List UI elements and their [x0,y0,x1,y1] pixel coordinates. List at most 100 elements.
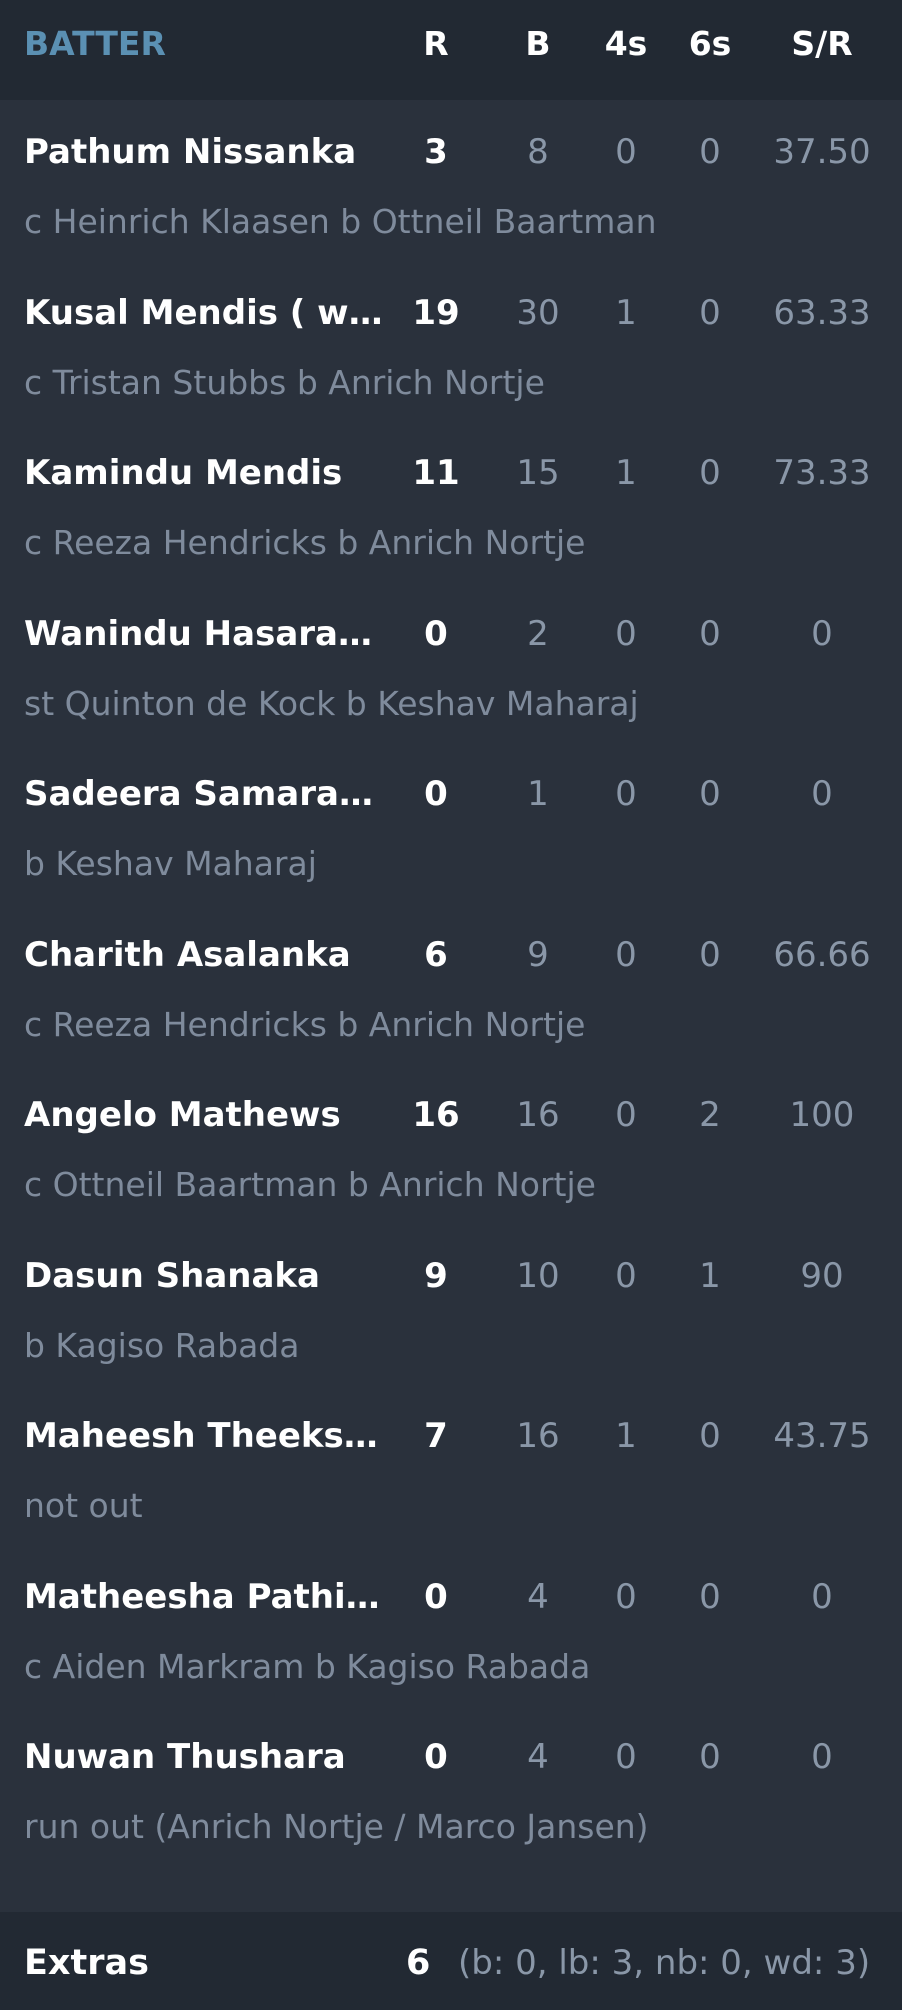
batter-fours: 0 [615,774,637,814]
batter-row[interactable]: Matheesha Pathir… 0 4 0 0 0 c Aiden Mark… [0,1545,902,1706]
batter-strike-rate: 0 [811,1576,833,1617]
batter-strike-rate: 0 [811,774,833,814]
batter-fours: 0 [615,1576,637,1617]
batter-strike-rate: 73.33 [773,453,871,493]
batter-column-header: BATTER [24,24,166,63]
batter-dismissal: b Keshav Maharaj [24,844,317,883]
batter-dismissal: c Aiden Markram b Kagiso Rabada [24,1646,591,1686]
extras-breakdown: (b: 0, lb: 3, nb: 0, wd: 3) [458,1943,871,1983]
extras-total: 6 [406,1943,431,1983]
batter-dismissal: c Heinrich Klaasen b Ottneil Baartman [24,202,657,241]
batter-runs: 0 [424,1576,448,1617]
batter-dismissal: b Kagiso Rabada [24,1325,300,1365]
batter-fours: 0 [615,1095,637,1135]
batter-list: Pathum Nissanka 3 8 0 0 37.50 c Heinrich… [0,100,902,1866]
batter-fours: 0 [615,934,637,975]
extras-label: Extras [24,1943,149,1983]
batter-sixes: 0 [699,1737,721,1777]
batter-strike-rate: 43.75 [773,1416,871,1456]
runs-column-header: R [423,24,449,63]
batter-row[interactable]: Wanindu Hasaran… 0 2 0 0 0 st Quinton de… [0,582,902,743]
batter-dismissal: c Reeza Hendricks b Anrich Nortje [24,523,586,562]
batter-dismissal: c Tristan Stubbs b Anrich Nortje [24,362,545,402]
batter-sixes: 0 [699,292,721,333]
batter-fours: 1 [615,453,637,493]
batter-strike-rate: 100 [789,1095,855,1135]
batter-balls: 16 [516,1416,560,1456]
extras-row: Extras 6 (b: 0, lb: 3, nb: 0, wd: 3) [0,1912,902,2010]
batter-name[interactable]: Dasun Shanaka [24,1254,384,1298]
batter-balls: 1 [527,774,549,814]
batter-fours: 0 [615,1737,637,1777]
batter-strike-rate: 0 [811,1737,833,1777]
batter-sixes: 2 [699,1095,721,1135]
sixes-column-header: 6s [688,24,732,63]
strike-rate-column-header: S/R [791,24,853,63]
batter-sixes: 0 [699,132,721,172]
batter-name[interactable]: Maheesh Theeks… [24,1414,384,1458]
batter-sixes: 0 [699,934,721,975]
batter-runs: 6 [424,934,448,975]
batter-runs: 11 [412,453,460,493]
batter-dismissal: c Ottneil Baartman b Anrich Nortje [24,1165,596,1204]
batter-runs: 9 [424,1255,448,1296]
batter-name[interactable]: Pathum Nissanka [24,130,384,174]
batter-sixes: 0 [699,453,721,493]
batter-runs: 0 [424,1737,448,1777]
batter-dismissal: st Quinton de Kock b Keshav Maharaj [24,683,639,723]
batter-row[interactable]: Angelo Mathews 16 16 0 2 100 c Ottneil B… [0,1063,902,1224]
batter-row[interactable]: Charith Asalanka 6 9 0 0 66.66 c Reeza H… [0,903,902,1064]
batter-strike-rate: 66.66 [773,934,871,975]
batter-strike-rate: 0 [811,613,833,654]
batter-name[interactable]: Wanindu Hasaran… [24,612,384,656]
batter-runs: 7 [424,1416,448,1456]
batter-name[interactable]: Charith Asalanka [24,933,384,977]
batter-balls: 2 [527,613,549,654]
batter-sixes: 0 [699,613,721,654]
batter-name[interactable]: Matheesha Pathir… [24,1575,384,1619]
batter-row[interactable]: Maheesh Theeks… 7 16 1 0 43.75 not out [0,1384,902,1545]
batter-name[interactable]: Kusal Mendis ( wk ) [24,291,384,335]
batter-fours: 1 [615,292,637,333]
batter-sixes: 1 [699,1255,721,1296]
batter-runs: 19 [412,292,460,333]
batter-name[interactable]: Kamindu Mendis [24,451,384,495]
batter-fours: 0 [615,613,637,654]
batter-row[interactable]: Nuwan Thushara 0 4 0 0 0 run out (Anrich… [0,1705,902,1866]
batter-balls: 15 [516,453,560,493]
batter-strike-rate: 90 [800,1255,844,1296]
batter-dismissal: not out [24,1486,143,1525]
batter-strike-rate: 37.50 [773,132,871,172]
batter-row[interactable]: Pathum Nissanka 3 8 0 0 37.50 c Heinrich… [0,100,902,261]
batter-runs: 3 [424,132,448,172]
batter-balls: 9 [527,934,549,975]
batter-name[interactable]: Sadeera Samaraw… [24,772,384,816]
batter-balls: 4 [527,1737,549,1777]
batter-runs: 0 [424,774,448,814]
batter-row[interactable]: Kamindu Mendis 11 15 1 0 73.33 c Reeza H… [0,421,902,582]
balls-column-header: B [525,24,551,63]
batter-row[interactable]: Sadeera Samaraw… 0 1 0 0 0 b Keshav Maha… [0,742,902,903]
batter-runs: 0 [424,613,448,654]
batter-sixes: 0 [699,1576,721,1617]
batter-row[interactable]: Dasun Shanaka 9 10 0 1 90 b Kagiso Rabad… [0,1224,902,1385]
batter-dismissal: run out (Anrich Nortje / Marco Jansen) [24,1807,649,1846]
batter-balls: 8 [527,132,549,172]
batter-balls: 10 [516,1255,560,1296]
batter-fours: 0 [615,132,637,172]
batting-header: BATTER R B 4s 6s S/R [0,0,902,100]
batter-balls: 16 [516,1095,560,1135]
batter-balls: 30 [516,292,560,333]
batter-name[interactable]: Nuwan Thushara [24,1735,384,1779]
batter-runs: 16 [412,1095,460,1135]
batter-sixes: 0 [699,1416,721,1456]
batter-sixes: 0 [699,774,721,814]
batter-strike-rate: 63.33 [773,292,871,333]
batter-balls: 4 [527,1576,549,1617]
scorecard: BATTER R B 4s 6s S/R Pathum Nissanka 3 8… [0,0,902,2010]
batter-name[interactable]: Angelo Mathews [24,1093,384,1137]
batter-row[interactable]: Kusal Mendis ( wk ) 19 30 1 0 63.33 c Tr… [0,261,902,422]
batter-fours: 0 [615,1255,637,1296]
batter-dismissal: c Reeza Hendricks b Anrich Nortje [24,1004,586,1044]
fours-column-header: 4s [604,24,648,63]
